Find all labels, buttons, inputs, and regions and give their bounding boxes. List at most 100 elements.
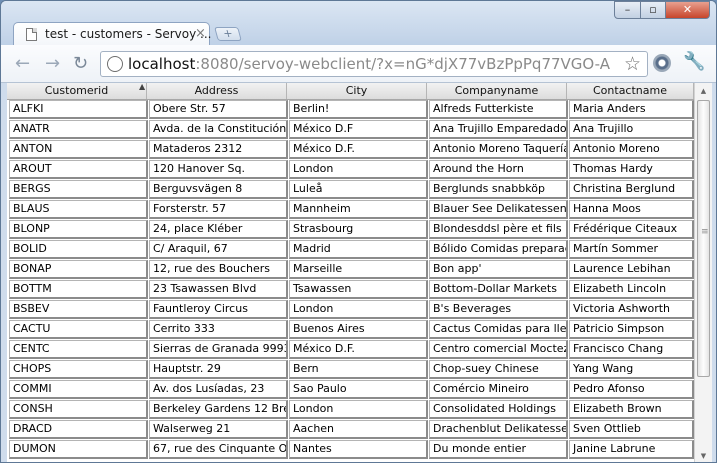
cell-contactname[interactable]: Maria Anders [569, 100, 694, 119]
table-row[interactable]: CHOPS Hauptstr. 29 Bern Chop-suey Chinese Ya… [7, 359, 694, 379]
cell-companyname[interactable]: Ana Trujillo Emparedados y [429, 120, 568, 139]
reload-icon[interactable]: ↻ [73, 53, 88, 74]
cell-customerid[interactable]: BONAP [9, 260, 148, 279]
cell-city[interactable]: Madrid [289, 240, 428, 259]
cell-companyname[interactable]: Chop-suey Chinese [429, 360, 568, 379]
cell-address[interactable]: Berguvsvägen 8 [149, 180, 288, 199]
cell-address[interactable]: Sierras de Granada 9993 [149, 340, 288, 359]
cell-address[interactable]: 67, rue des Cinquante Otages [149, 440, 288, 459]
maximize-button[interactable]: ▫ [640, 1, 666, 19]
cell-contactname[interactable]: Frédérique Citeaux [569, 220, 694, 239]
table-row[interactable]: ANATRAvda. de la Constitución 22México D… [7, 119, 694, 139]
cell-contactname[interactable]: Francisco Chang [569, 340, 694, 359]
cell-customerid[interactable]: BLAUS [9, 200, 148, 219]
forward-arrow-icon[interactable]: → [45, 53, 60, 74]
cell-customerid[interactable]: COMMI [9, 380, 148, 399]
cell-contactname[interactable]: Patricio Simpson [569, 320, 694, 339]
cell-contactname[interactable]: Hanna Moos [569, 200, 694, 219]
cell-city[interactable]: Sao Paulo [289, 380, 428, 399]
cell-companyname[interactable]: Cactus Comidas para llevar [429, 320, 568, 339]
scrollbar-thumb[interactable]: ≡ [697, 100, 710, 377]
cell-companyname[interactable]: Du monde entier [429, 440, 568, 459]
back-arrow-icon[interactable]: ← [15, 53, 30, 74]
scroll-up-arrow-icon[interactable]: ▲ [695, 83, 712, 99]
cell-customerid[interactable]: DRACD [9, 420, 148, 439]
column-header-contactname[interactable]: Contactname [567, 83, 694, 99]
cell-customerid[interactable]: ALFKI [9, 100, 148, 119]
cell-companyname[interactable]: Consolidated Holdings [429, 400, 568, 419]
table-row[interactable]: BERGS Berguvsvägen 8 Luleå Berglunds snabbk… [7, 179, 694, 199]
cell-contactname[interactable]: Sven Ottlieb [569, 420, 694, 439]
cell-city[interactable]: México D.F. [289, 340, 428, 359]
cell-companyname[interactable]: Antonio Moreno Taquería [429, 140, 568, 159]
cell-city[interactable]: México D.F. [289, 140, 428, 159]
table-row[interactable]: AROUT 120 Hanover Sq. London Around the Hor… [7, 159, 694, 179]
cell-contactname[interactable]: Ana Trujillo [569, 120, 694, 139]
cell-customerid[interactable]: BLONP [9, 220, 148, 239]
table-row[interactable]: DUMON67, rue des Cinquante OtagesNantesD… [7, 439, 694, 459]
wrench-menu-icon[interactable]: 🔧 [683, 51, 705, 72]
cell-companyname[interactable]: Centro comercial Moctezuma [429, 340, 568, 359]
cell-customerid[interactable]: BOLID [9, 240, 148, 259]
cell-companyname[interactable]: Blauer See Delikatessen [429, 200, 568, 219]
bookmark-star-icon[interactable]: ☆ [624, 53, 641, 75]
column-header-address[interactable]: Address [147, 83, 287, 99]
cell-address[interactable]: 120 Hanover Sq. [149, 160, 288, 179]
cell-companyname[interactable]: Bon app' [429, 260, 568, 279]
close-window-button[interactable]: ✕ [665, 1, 710, 19]
cell-city[interactable]: Mannheim [289, 200, 428, 219]
cell-customerid[interactable]: CHOPS [9, 360, 148, 379]
cell-contactname[interactable]: Janine Labrune [569, 440, 694, 459]
column-header-city[interactable]: City [287, 83, 427, 99]
cell-customerid[interactable]: CENTC [9, 340, 148, 359]
cell-companyname[interactable]: Comércio Mineiro [429, 380, 568, 399]
cell-customerid[interactable]: BOTTM [9, 280, 148, 299]
cell-address[interactable]: Berkeley Gardens 12 Brewery [149, 400, 288, 419]
column-header-companyname[interactable]: Companyname [427, 83, 567, 99]
cell-contactname[interactable]: Pedro Afonso [569, 380, 694, 399]
cell-address[interactable]: 23 Tsawassen Blvd [149, 280, 288, 299]
minimize-button[interactable]: – [614, 1, 641, 19]
cell-address[interactable]: Avda. de la Constitución 22 [149, 120, 288, 139]
table-row[interactable]: COMMI Av. dos Lusíadas, 23 Sao Paulo Comérc… [7, 379, 694, 399]
table-row[interactable]: DRACD Walserweg 21 Aachen Drachenblut Delik… [7, 419, 694, 439]
cell-contactname[interactable]: Elizabeth Brown [569, 400, 694, 419]
table-row[interactable]: CONSHBerkeley Gardens 12 BreweryLondonCo… [7, 399, 694, 419]
cell-city[interactable]: Aachen [289, 420, 428, 439]
address-bar[interactable]: localhost:8080/servoy-webclient/?x=nG*dj… [100, 51, 648, 77]
cell-contactname[interactable]: Antonio Moreno [569, 140, 694, 159]
cell-address[interactable]: Cerrito 333 [149, 320, 288, 339]
cell-contactname[interactable]: Elizabeth Lincoln [569, 280, 694, 299]
new-tab-button[interactable]: + [214, 27, 242, 41]
cell-city[interactable]: Berlin! [289, 100, 428, 119]
table-row[interactable]: BOTTM 23 Tsawassen Blvd Tsawassen Bottom-Do… [7, 279, 694, 299]
vertical-scrollbar[interactable]: ▲ ≡ ▼ [694, 83, 712, 462]
cell-contactname[interactable]: Thomas Hardy [569, 160, 694, 179]
extension-gear-icon[interactable] [653, 54, 671, 72]
table-row[interactable]: BOLID C/ Araquil, 67 Madrid Bólido Comidas … [7, 239, 694, 259]
cell-city[interactable]: London [289, 160, 428, 179]
scroll-down-arrow-icon[interactable]: ▼ [695, 448, 712, 462]
cell-contactname[interactable]: Martín Sommer [569, 240, 694, 259]
cell-customerid[interactable]: BERGS [9, 180, 148, 199]
cell-customerid[interactable]: ANATR [9, 120, 148, 139]
cell-customerid[interactable]: AROUT [9, 160, 148, 179]
cell-city[interactable]: Marseille [289, 260, 428, 279]
cell-companyname[interactable]: Alfreds Futterkiste [429, 100, 568, 119]
cell-customerid[interactable]: DUMON [9, 440, 148, 459]
table-row[interactable]: ANTON Mataderos 2312 México D.F. Antonio Mo… [7, 139, 694, 159]
cell-customerid[interactable]: CACTU [9, 320, 148, 339]
cell-companyname[interactable]: B's Beverages [429, 300, 568, 319]
table-row[interactable]: BONAP 12, rue des Bouchers Marseille Bon ap… [7, 259, 694, 279]
tab-close-icon[interactable]: × [195, 26, 206, 41]
cell-city[interactable]: Strasbourg [289, 220, 428, 239]
cell-contactname[interactable]: Laurence Lebihan [569, 260, 694, 279]
cell-companyname[interactable]: Bólido Comidas preparadas [429, 240, 568, 259]
cell-customerid[interactable]: CONSH [9, 400, 148, 419]
cell-contactname[interactable]: Christina Berglund [569, 180, 694, 199]
cell-city[interactable]: México D.F [289, 120, 428, 139]
cell-address[interactable]: C/ Araquil, 67 [149, 240, 288, 259]
column-header-customerid[interactable]: Customerid [7, 83, 147, 99]
table-row[interactable]: BLAUS Forsterstr. 57 Mannheim Blauer See De… [7, 199, 694, 219]
cell-companyname[interactable]: Bottom-Dollar Markets [429, 280, 568, 299]
